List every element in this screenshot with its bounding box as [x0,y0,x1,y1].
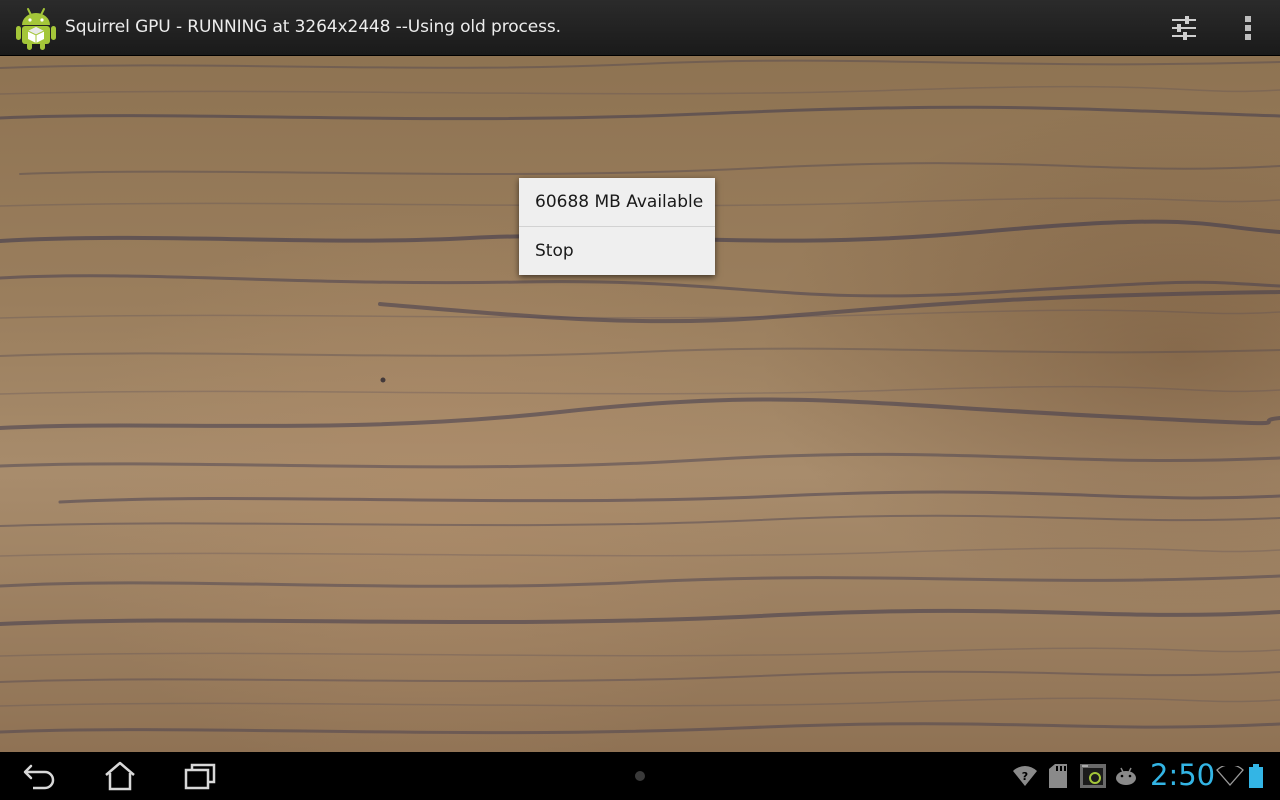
battery-icon [1246,762,1266,790]
back-icon[interactable] [8,752,72,800]
sd-card-icon [1044,762,1072,790]
wood-grain-texture [0,59,1280,735]
popup-menu: 60688 MB Available Stop [519,178,715,275]
recent-apps-icon[interactable] [168,752,232,800]
android-debug-icon [1112,762,1140,790]
menu-indicator-dot [635,771,645,781]
home-icon[interactable] [88,752,152,800]
sliders-icon[interactable] [1160,0,1208,56]
screenshot-icon [1078,762,1108,790]
memory-available-item[interactable]: 60688 MB Available [519,178,715,226]
app-title: Squirrel GPU - RUNNING at 3264x2448 --Us… [65,17,561,37]
camera-preview[interactable] [0,56,1280,752]
status-clock[interactable]: 2:50 [1150,758,1215,792]
android-robot-icon[interactable] [16,6,56,50]
wifi-signal-icon [1216,762,1244,790]
action-bar: Squirrel GPU - RUNNING at 3264x2448 --Us… [0,0,1280,56]
stop-item[interactable]: Stop [519,227,715,275]
system-bar: ? 2:50 [0,752,1280,800]
svg-text:?: ? [1022,770,1028,783]
overflow-menu-icon[interactable] [1228,0,1268,56]
screen: Squirrel GPU - RUNNING at 3264x2448 --Us… [0,0,1280,800]
wifi-question-icon: ? [1010,762,1040,790]
